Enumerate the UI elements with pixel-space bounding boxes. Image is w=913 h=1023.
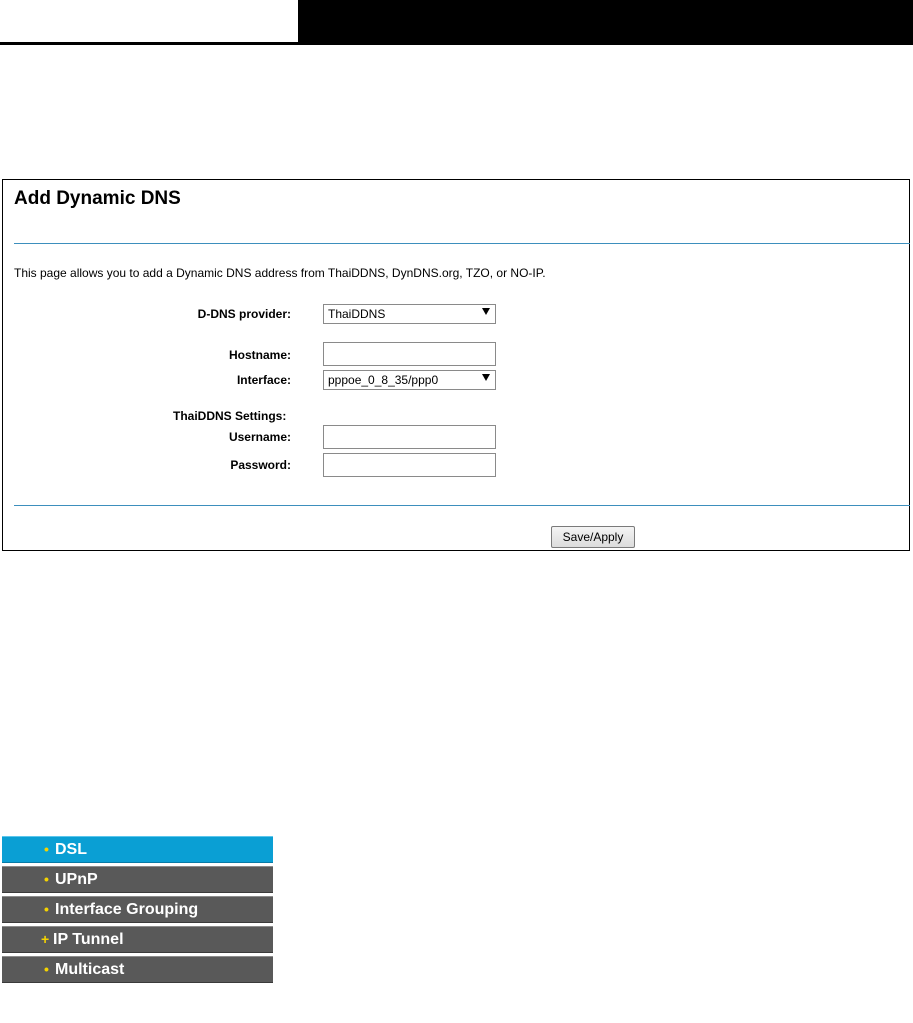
nav-item-multicast[interactable]: • Multicast xyxy=(2,956,273,983)
footer-divider xyxy=(14,505,910,506)
nav-item-label: DSL xyxy=(55,841,87,858)
bullet-icon: • xyxy=(44,871,49,887)
save-apply-button[interactable]: Save/Apply xyxy=(551,526,635,548)
nav-item-ip-tunnel[interactable]: + IP Tunnel xyxy=(2,926,273,953)
nav-item-interface-grouping[interactable]: • Interface Grouping xyxy=(2,896,273,923)
dropdown-arrow-icon xyxy=(482,308,490,315)
interface-select[interactable]: pppoe_0_8_35/ppp0 xyxy=(323,370,496,390)
nav-item-label: UPnP xyxy=(55,871,98,888)
page-description: This page allows you to add a Dynamic DN… xyxy=(14,266,546,280)
password-input[interactable] xyxy=(323,453,496,477)
hostname-label: Hostname: xyxy=(228,348,291,362)
d-dns-provider-select[interactable]: ThaiDDNS xyxy=(323,304,496,324)
page-header-rule xyxy=(0,42,913,45)
title-divider xyxy=(14,243,910,244)
nav-item-label: Interface Grouping xyxy=(55,901,199,918)
expand-plus-icon: + xyxy=(41,931,50,947)
nav-item-upnp[interactable]: • UPnP xyxy=(2,866,273,893)
bullet-icon: • xyxy=(44,961,49,977)
nav-menu: • DSL • UPnP • Interface Grouping + IP T… xyxy=(2,836,273,986)
password-label: Password: xyxy=(230,458,291,472)
interface-value: pppoe_0_8_35/ppp0 xyxy=(328,373,439,387)
page-header-bar xyxy=(298,0,913,42)
bullet-icon: • xyxy=(44,901,49,917)
nav-item-label: Multicast xyxy=(55,961,125,978)
page-title: Add Dynamic DNS xyxy=(14,188,181,209)
interface-label: Interface: xyxy=(236,373,291,387)
username-label: Username: xyxy=(228,430,291,444)
add-dynamic-dns-panel: Add Dynamic DNS This page allows you to … xyxy=(2,179,910,551)
d-dns-provider-label: D-DNS provider: xyxy=(197,307,291,321)
username-input[interactable] xyxy=(323,425,496,449)
hostname-input[interactable] xyxy=(323,342,496,366)
thaiddns-settings-heading: ThaiDDNS Settings: xyxy=(173,409,287,423)
nav-item-label: IP Tunnel xyxy=(53,931,124,948)
d-dns-provider-value: ThaiDDNS xyxy=(328,307,386,321)
nav-item-dsl[interactable]: • DSL xyxy=(2,836,273,863)
bullet-icon: • xyxy=(44,841,49,857)
dropdown-arrow-icon xyxy=(482,374,490,381)
